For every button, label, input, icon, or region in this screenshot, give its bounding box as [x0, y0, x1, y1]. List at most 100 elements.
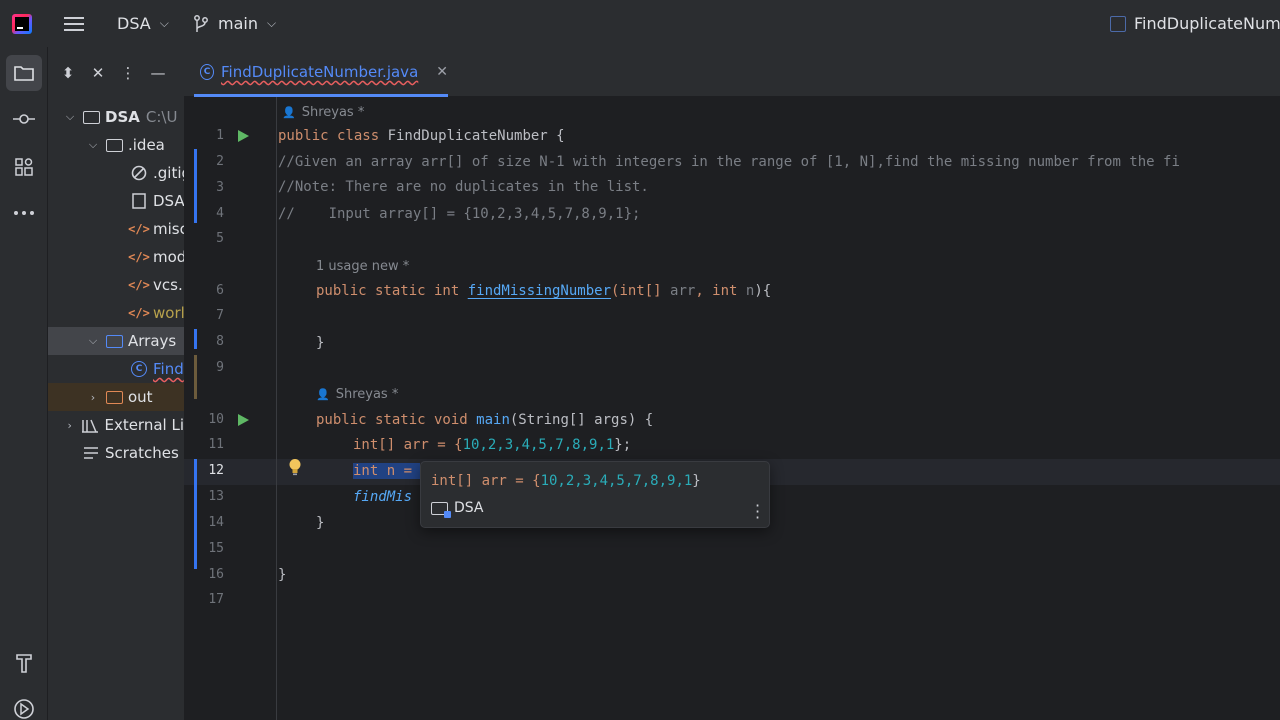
- code-line-4: // Input array[] = {10,2,3,4,5,7,8,9,1};: [278, 206, 641, 222]
- line-number: 4: [216, 206, 224, 221]
- code-line-12: int n =: [353, 463, 421, 479]
- app-logo[interactable]: [12, 0, 34, 47]
- code-line-10: public static void main(String[] args) {: [316, 412, 654, 428]
- scratches-icon: [82, 444, 100, 462]
- library-icon: [81, 416, 99, 434]
- git-branch-icon: [194, 14, 208, 32]
- tree-node-label: mod: [153, 248, 184, 266]
- chevron-down-icon: ⌵: [65, 110, 75, 123]
- quick-info-popup[interactable]: int[] arr = {10,2,3,4,5,7,8,9,1} DSA · · ·: [420, 461, 770, 528]
- line-number: 13: [208, 489, 224, 504]
- code-line-13: findMis: [353, 489, 413, 505]
- structure-icon: [15, 158, 33, 176]
- tree-node-external-libraries[interactable]: › External Li: [48, 411, 184, 439]
- tree-node-label: DSA: [153, 192, 184, 210]
- author-hint[interactable]: 👤 Shreyas *: [316, 385, 398, 403]
- more-vertical-icon[interactable]: · · ·: [754, 498, 760, 526]
- hammer-icon: [16, 654, 32, 673]
- java-class-icon: C: [200, 64, 214, 80]
- module-icon: [431, 501, 451, 518]
- project-dropdown[interactable]: DSA ⌵: [117, 0, 169, 47]
- chevron-down-icon: ⌵: [266, 16, 277, 30]
- branch-name: main: [218, 14, 258, 33]
- tree-node-modules-xml[interactable]: </> mod: [48, 243, 184, 271]
- project-tool-button[interactable]: [6, 55, 42, 91]
- minimize-icon: —: [150, 64, 166, 82]
- line-number: 3: [216, 180, 224, 195]
- tree-node-find-class[interactable]: C Find: [48, 355, 184, 383]
- source-folder-icon: [105, 332, 123, 350]
- line-number: 16: [208, 567, 224, 582]
- build-tool-button[interactable]: [6, 645, 42, 681]
- code-line-1: public class FindDuplicateNumber {: [278, 128, 565, 144]
- popup-module: DSA: [431, 500, 484, 518]
- tree-node-label: Find: [153, 360, 184, 378]
- project-panel: ⬍ ✕ ⋮ — ⌵ DSA C:\U ⌵ .idea .gitig DSA </…: [48, 47, 184, 720]
- project-toolbar: ⬍ ✕ ⋮ —: [48, 47, 184, 99]
- tree-node-label: vcs.: [153, 276, 183, 294]
- line-number: 15: [208, 541, 224, 556]
- tree-node-dsa[interactable]: ⌵ DSA C:\U: [48, 103, 184, 131]
- editor-area: C FindDuplicateNumber.java ✕ 1 2 3 4 5 6…: [184, 47, 1280, 720]
- author-hint[interactable]: 👤 Shreyas *: [282, 103, 364, 121]
- tree-node-label: External Li: [104, 416, 184, 434]
- close-icon: ✕: [91, 64, 105, 82]
- xml-file-icon: </>: [128, 222, 150, 236]
- line-number: 14: [208, 515, 224, 530]
- popup-declaration: int[] arr = {10,2,3,4,5,7,8,9,1}: [431, 473, 701, 489]
- services-tool-button[interactable]: [6, 691, 42, 720]
- current-file-name: FindDuplicateNumbe: [1134, 14, 1280, 33]
- editor-tab-bar: C FindDuplicateNumber.java ✕: [184, 47, 1280, 97]
- more-vertical-icon: ⋮: [120, 64, 136, 82]
- hide-panel-button[interactable]: —: [146, 61, 170, 85]
- tree-node-workspace-xml[interactable]: </> worl: [48, 299, 184, 327]
- more-tools-button[interactable]: [6, 195, 42, 231]
- chevron-right-icon: ›: [90, 390, 96, 404]
- tree-node-vcs-xml[interactable]: </> vcs.: [48, 271, 184, 299]
- intellij-logo-icon: [12, 13, 32, 34]
- tool-window-strip: [0, 47, 48, 720]
- tree-node-out[interactable]: › out: [48, 383, 184, 411]
- hamburger-icon: [64, 16, 84, 31]
- close-project-panel-button[interactable]: ✕: [86, 61, 110, 85]
- options-button[interactable]: ⋮: [116, 61, 140, 85]
- chevron-down-icon: ⌵: [159, 16, 169, 30]
- line-number: 11: [208, 437, 224, 452]
- code-line-16: }: [278, 567, 287, 583]
- line-number: 12: [208, 463, 224, 478]
- line-number: 7: [216, 308, 224, 323]
- tree-node-label: misc: [153, 220, 184, 238]
- structure-tool-button[interactable]: [6, 149, 42, 185]
- line-number: 17: [208, 592, 224, 607]
- code-line-14: }: [316, 515, 325, 531]
- main-menu-button[interactable]: [63, 0, 87, 47]
- line-number: 1: [216, 128, 224, 143]
- code-text-area[interactable]: 👤 Shreyas * public class FindDuplicateNum…: [278, 97, 1280, 720]
- tree-node-misc-xml[interactable]: </> misc: [48, 215, 184, 243]
- branch-dropdown[interactable]: main ⌵: [193, 0, 276, 47]
- tree-node-idea[interactable]: ⌵ .idea: [48, 131, 184, 159]
- tree-node-label: Arrays: [128, 332, 177, 350]
- expand-collapse-button[interactable]: ⬍: [56, 61, 80, 85]
- file-icon: [1110, 15, 1126, 32]
- tree-node-scratches[interactable]: Scratches: [48, 439, 184, 467]
- excluded-folder-icon: [105, 388, 123, 406]
- tree-node-gitignore[interactable]: .gitig: [48, 159, 184, 187]
- commit-tool-button[interactable]: [6, 101, 42, 137]
- xml-file-icon: </>: [128, 278, 150, 292]
- code-line-6: public static int findMissingNumber(int[…: [316, 283, 772, 299]
- xml-file-icon: </>: [128, 250, 150, 264]
- current-file-title[interactable]: FindDuplicateNumbe: [1110, 0, 1280, 47]
- chevron-down-icon: ⌵: [88, 334, 98, 347]
- run-class-icon[interactable]: [238, 130, 249, 142]
- tree-node-arrays[interactable]: ⌵ Arrays: [48, 327, 184, 355]
- line-number: 10: [208, 412, 224, 427]
- close-tab-icon[interactable]: ✕: [436, 64, 448, 80]
- tree-node-dsa-iml[interactable]: DSA: [48, 187, 184, 215]
- xml-file-icon: </>: [128, 306, 150, 320]
- expand-all-icon: ⬍: [61, 64, 75, 82]
- run-main-icon[interactable]: [238, 414, 249, 426]
- editor-tab[interactable]: C FindDuplicateNumber.java ✕: [192, 47, 448, 97]
- iml-file-icon: [130, 192, 148, 210]
- usage-hint[interactable]: 1 usage new *: [316, 257, 409, 275]
